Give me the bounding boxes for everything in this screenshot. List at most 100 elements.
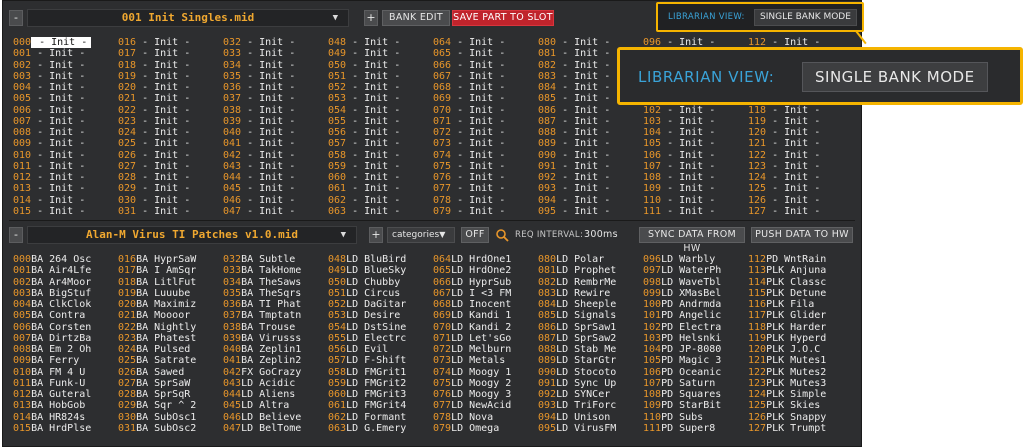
patch-slot[interactable]: 109PD StarBit xyxy=(643,400,748,411)
bank-slot[interactable]: 039 - Init - xyxy=(223,116,328,127)
patch-slot[interactable]: 102PD Electra xyxy=(643,322,748,333)
remove-bank-button[interactable]: - xyxy=(9,10,23,26)
patch-slot[interactable]: 005BA Contra xyxy=(13,310,118,321)
patch-slot[interactable]: 084LD Sheeple xyxy=(538,299,643,310)
patch-slot[interactable]: 115PLK Detune xyxy=(748,288,853,299)
patch-slot[interactable]: 041BA Zeplin2 xyxy=(223,355,328,366)
patch-slot[interactable]: 057LD F-Shift xyxy=(328,355,433,366)
bank-slot[interactable]: 127 - Init - xyxy=(748,206,853,217)
bank-slot[interactable]: 068 - Init - xyxy=(433,82,538,93)
patch-slot[interactable]: 111PD Super8 xyxy=(643,423,748,434)
patch-slot[interactable]: 033BA TakHome xyxy=(223,265,328,276)
bank-slot[interactable]: 102 - Init - xyxy=(643,105,748,116)
bank-slot[interactable]: 028 - Init - xyxy=(118,172,223,183)
bank-slot[interactable]: 057 - Init - xyxy=(328,138,433,149)
patch-slot[interactable]: 127PLK Trumpt xyxy=(748,423,853,434)
patch-slot[interactable]: 125PLK Skies xyxy=(748,400,853,411)
patch-slot[interactable]: 003BA BigStuf xyxy=(13,288,118,299)
patch-slot[interactable]: 029BA Sqr ^ 2 xyxy=(118,400,223,411)
bank-slot[interactable]: 056 - Init - xyxy=(328,127,433,138)
patch-slot[interactable]: 092LD SYNCer xyxy=(538,389,643,400)
bank-slot[interactable]: 107 - Init - xyxy=(643,161,748,172)
patch-slot[interactable]: 117PLK Glider xyxy=(748,310,853,321)
patch-slot[interactable]: 036BA TI Phat xyxy=(223,299,328,310)
bank-slot[interactable]: 032 - Init - xyxy=(223,37,328,48)
bank-slot[interactable]: 104 - Init - xyxy=(643,127,748,138)
bank-slot[interactable]: 010 - Init - xyxy=(13,150,118,161)
bank-slot[interactable]: 013 - Init - xyxy=(13,183,118,194)
bank-slot[interactable]: 043 - Init - xyxy=(223,161,328,172)
patch-slot[interactable]: 060LD FMGrit3 xyxy=(328,389,433,400)
bank-slot[interactable]: 048 - Init - xyxy=(328,37,433,48)
patch-slot[interactable]: 123PLK Mutes3 xyxy=(748,378,853,389)
patch-slot[interactable]: 004BA ClkClok xyxy=(13,299,118,310)
bank-slot[interactable]: 042 - Init - xyxy=(223,150,328,161)
bank-slot[interactable]: 055 - Init - xyxy=(328,116,433,127)
bank-slot[interactable]: 075 - Init - xyxy=(433,161,538,172)
patch-slot[interactable]: 016BA HyprSaW xyxy=(118,254,223,265)
bank-slot[interactable]: 005 - Init - xyxy=(13,93,118,104)
categories-dropdown[interactable]: categories▼ xyxy=(387,227,455,243)
patch-slot[interactable]: 081LD Prophet xyxy=(538,265,643,276)
bank-slot[interactable]: 047 - Init - xyxy=(223,206,328,217)
patch-slot[interactable]: 118PLK Harder xyxy=(748,322,853,333)
patch-slot[interactable]: 001BA Air4Lfe xyxy=(13,265,118,276)
patch-slot[interactable]: 075LD Moogy 2 xyxy=(433,378,538,389)
bank-slot[interactable]: 073 - Init - xyxy=(433,138,538,149)
bank-slot[interactable]: 023 - Init - xyxy=(118,116,223,127)
patch-slot[interactable]: 095LD VirusFM xyxy=(538,423,643,434)
patch-slot[interactable]: 019BA Luuube xyxy=(118,288,223,299)
bank-slot[interactable]: 109 - Init - xyxy=(643,183,748,194)
req-interval-select[interactable]: 300ms xyxy=(584,227,618,243)
patch-slot[interactable]: 026BA Sawed xyxy=(118,367,223,378)
sync-data-from-hw-button[interactable]: SYNC DATA FROM HW xyxy=(639,227,745,254)
patch-slot[interactable]: 122PLK Mutes2 xyxy=(748,367,853,378)
patch-slot[interactable]: 126PLK Snappy xyxy=(748,412,853,423)
bank-slot[interactable]: 058 - Init - xyxy=(328,150,433,161)
patch-slot[interactable]: 014BA HR824s xyxy=(13,412,118,423)
patch-slot[interactable]: 039BA Virusss xyxy=(223,333,328,344)
bank-slot[interactable]: 095 - Init - xyxy=(538,206,643,217)
patch-slot[interactable]: 079LD Omega xyxy=(433,423,538,434)
patch-slot[interactable]: 088LD Stab Me xyxy=(538,344,643,355)
bank-slot[interactable]: 022 - Init - xyxy=(118,105,223,116)
patch-slot[interactable]: 006BA Corsten xyxy=(13,322,118,333)
patch-slot[interactable]: 044LD Aliens xyxy=(223,389,328,400)
bank-slot[interactable]: 072 - Init - xyxy=(433,127,538,138)
bank-slot[interactable]: 025 - Init - xyxy=(118,138,223,149)
patch-slot[interactable]: 032BA Subtle xyxy=(223,254,328,265)
patch-slot[interactable]: 021BA Moooor xyxy=(118,310,223,321)
bank-slot[interactable]: 002 - Init - xyxy=(13,60,118,71)
bank-slot[interactable]: 118 - Init - xyxy=(748,105,853,116)
bank-slot[interactable]: 092 - Init - xyxy=(538,172,643,183)
patch-slot[interactable]: 106PD Oceanic xyxy=(643,367,748,378)
patch-slot[interactable]: 030BA SubOsc1 xyxy=(118,412,223,423)
bank-slot[interactable]: 103 - Init - xyxy=(643,116,748,127)
bank-slot[interactable]: 124 - Init - xyxy=(748,172,853,183)
bank-slot[interactable]: 046 - Init - xyxy=(223,195,328,206)
patch-slot[interactable]: 104PD JP-8080 xyxy=(643,344,748,355)
bank-slot[interactable]: 030 - Init - xyxy=(118,195,223,206)
bank-slot[interactable]: 017 - Init - xyxy=(118,48,223,59)
patch-slot[interactable]: 080LD Polar xyxy=(538,254,643,265)
patch-slot[interactable]: 038BA Trouse xyxy=(223,322,328,333)
patch-slot[interactable]: 064LD HrdOne1 xyxy=(433,254,538,265)
bank-slot[interactable]: 036 - Init - xyxy=(223,82,328,93)
patch-slot[interactable]: 103PD Helsnki xyxy=(643,333,748,344)
patch-slot[interactable]: 076LD Moogy 3 xyxy=(433,389,538,400)
patch-slot[interactable]: 048LD BluBird xyxy=(328,254,433,265)
patch-slot[interactable]: 040BA Zeplin1 xyxy=(223,344,328,355)
bank-slot[interactable]: 062 - Init - xyxy=(328,195,433,206)
patch-slot[interactable]: 017BA I AmSqr xyxy=(118,265,223,276)
patch-slot[interactable]: 037BA Tmptatn xyxy=(223,310,328,321)
bank-slot[interactable]: 049 - Init - xyxy=(328,48,433,59)
patch-slot[interactable]: 086LD SprSaw1 xyxy=(538,322,643,333)
patch-slot[interactable]: 034BA TheSaws xyxy=(223,277,328,288)
patch-slot[interactable]: 061LD FMGrit4 xyxy=(328,400,433,411)
bank-slot[interactable]: 021 - Init - xyxy=(118,93,223,104)
bank-slot[interactable]: 086 - Init - xyxy=(538,105,643,116)
patch-slot[interactable]: 077LD NewAcid xyxy=(433,400,538,411)
patch-slot[interactable]: 114PLK Classc xyxy=(748,277,853,288)
bank-slot[interactable]: 007 - Init - xyxy=(13,116,118,127)
patch-slot[interactable]: 094LD Unison xyxy=(538,412,643,423)
